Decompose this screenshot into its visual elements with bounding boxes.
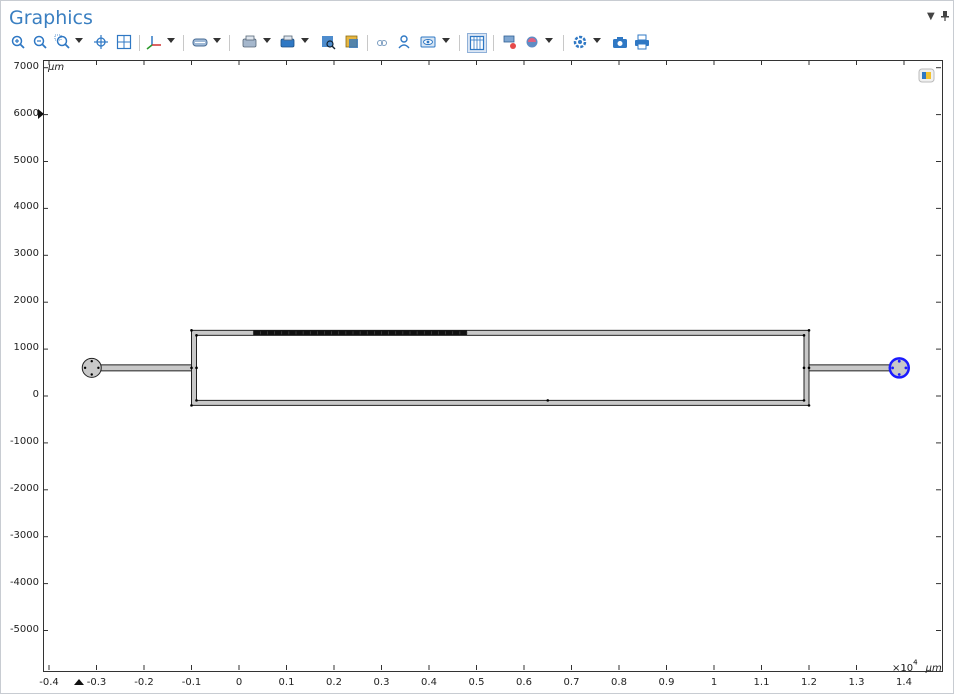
toolbar-separator [459,35,460,51]
panel-menu-icon[interactable]: ▼ [927,11,935,22]
axis-orientation-icon[interactable] [145,33,163,51]
zoom-in-icon[interactable] [9,33,27,51]
toolbar-separator [563,35,564,51]
y-tick-label: 1000 [13,342,39,354]
x-tick-label: -0.3 [86,677,107,688]
select-mode-dropdown-icon[interactable] [213,38,221,43]
select-mode-icon[interactable] [191,33,209,51]
zoom-dropdown-icon[interactable] [75,38,83,43]
color-legend-icon[interactable] [918,68,936,84]
x-tick-label: 0.2 [326,677,342,688]
y-tick-label: 0 [32,389,39,400]
y-tick-label: -3000 [9,529,39,541]
view-dropdown-icon[interactable] [442,38,450,43]
y-tick-label: -2000 [9,482,39,494]
y-tick-label: -1000 [9,435,39,447]
x-tick-label: 0.1 [278,677,295,688]
pin-icon[interactable] [941,11,949,24]
scene-dropdown-icon[interactable] [593,38,601,43]
y-tick-label: -5000 [9,623,39,635]
x-scale-label: ×104 µm [892,656,942,675]
toolbar-separator [493,35,494,51]
zoom-out-icon[interactable] [31,33,49,51]
scene-light-icon[interactable] [571,33,589,51]
highlight-icon[interactable] [343,33,361,51]
selection-cursor-icon [38,104,44,123]
select-domains-icon[interactable] [241,33,259,51]
x-exponent: 4 [913,658,918,667]
y-tick-label: 7000 [13,60,39,72]
axis-dropdown-icon[interactable] [167,38,175,43]
y-tick-label: 4000 [13,201,39,213]
x-tick-label: 0.5 [468,677,485,688]
x-tick-label: 1.2 [801,677,817,688]
render-dropdown-icon[interactable] [545,38,553,43]
x-tick-label: 1.3 [848,677,865,688]
print-icon[interactable] [633,33,651,51]
toolbar-separator [367,35,368,51]
y-tick-label: 2000 [13,295,39,307]
x-tick-label: 0.8 [611,677,627,688]
zoom-to-selection-icon[interactable] [319,33,337,51]
x-tick-label: 1.1 [753,677,770,688]
domains-dropdown-icon[interactable] [263,38,271,43]
x-tick-label: 0.6 [516,677,532,688]
eye-icon[interactable] [419,33,437,51]
y-tick-label: 3000 [13,248,39,260]
boundaries-dropdown-icon[interactable] [301,38,309,43]
panel-title: Graphics [9,7,93,29]
toolbar-separator [229,35,230,51]
x-tick-label: -0.4 [39,677,59,688]
clear-selection-icon[interactable] [501,33,519,51]
graphics-canvas[interactable] [43,60,943,672]
transparency-icon[interactable] [373,33,391,51]
y-tick-label: -4000 [9,576,39,588]
x-multiplier: ×10 [892,663,914,674]
y-tick-label: 6000 [13,107,39,119]
zoom-extents-icon[interactable] [92,33,110,51]
camera-icon[interactable] [611,33,629,51]
toolbar-separator [183,35,184,51]
x-tick-label: 1 [710,677,718,688]
x-tick-label: 0.9 [658,677,675,688]
y-unit-label: µm [48,62,65,73]
x-tick-label: 0.7 [563,677,580,688]
x-tick-label: 0.3 [373,677,390,688]
zoom-box-icon[interactable] [53,33,71,51]
select-boundaries-icon[interactable] [279,33,297,51]
graphics-toolbar [7,33,947,53]
x-tick-label: 0 [235,677,243,688]
x-tick-label: -0.1 [181,677,202,688]
x-tick-label: 1.4 [896,677,912,688]
zoom-selected-icon[interactable] [115,33,133,51]
toolbar-separator [139,35,140,51]
x-unit-label: µm [925,663,942,674]
render-mode-icon[interactable] [523,33,541,51]
grid-view-icon[interactable] [467,33,487,53]
title-bar: Graphics ▼ [1,1,953,31]
hide-icon[interactable] [395,33,413,51]
x-axis-marker-icon [74,670,84,689]
x-tick-label: 0.4 [421,677,437,688]
y-tick-label: 5000 [13,154,39,166]
x-tick-label: -0.2 [134,677,154,688]
